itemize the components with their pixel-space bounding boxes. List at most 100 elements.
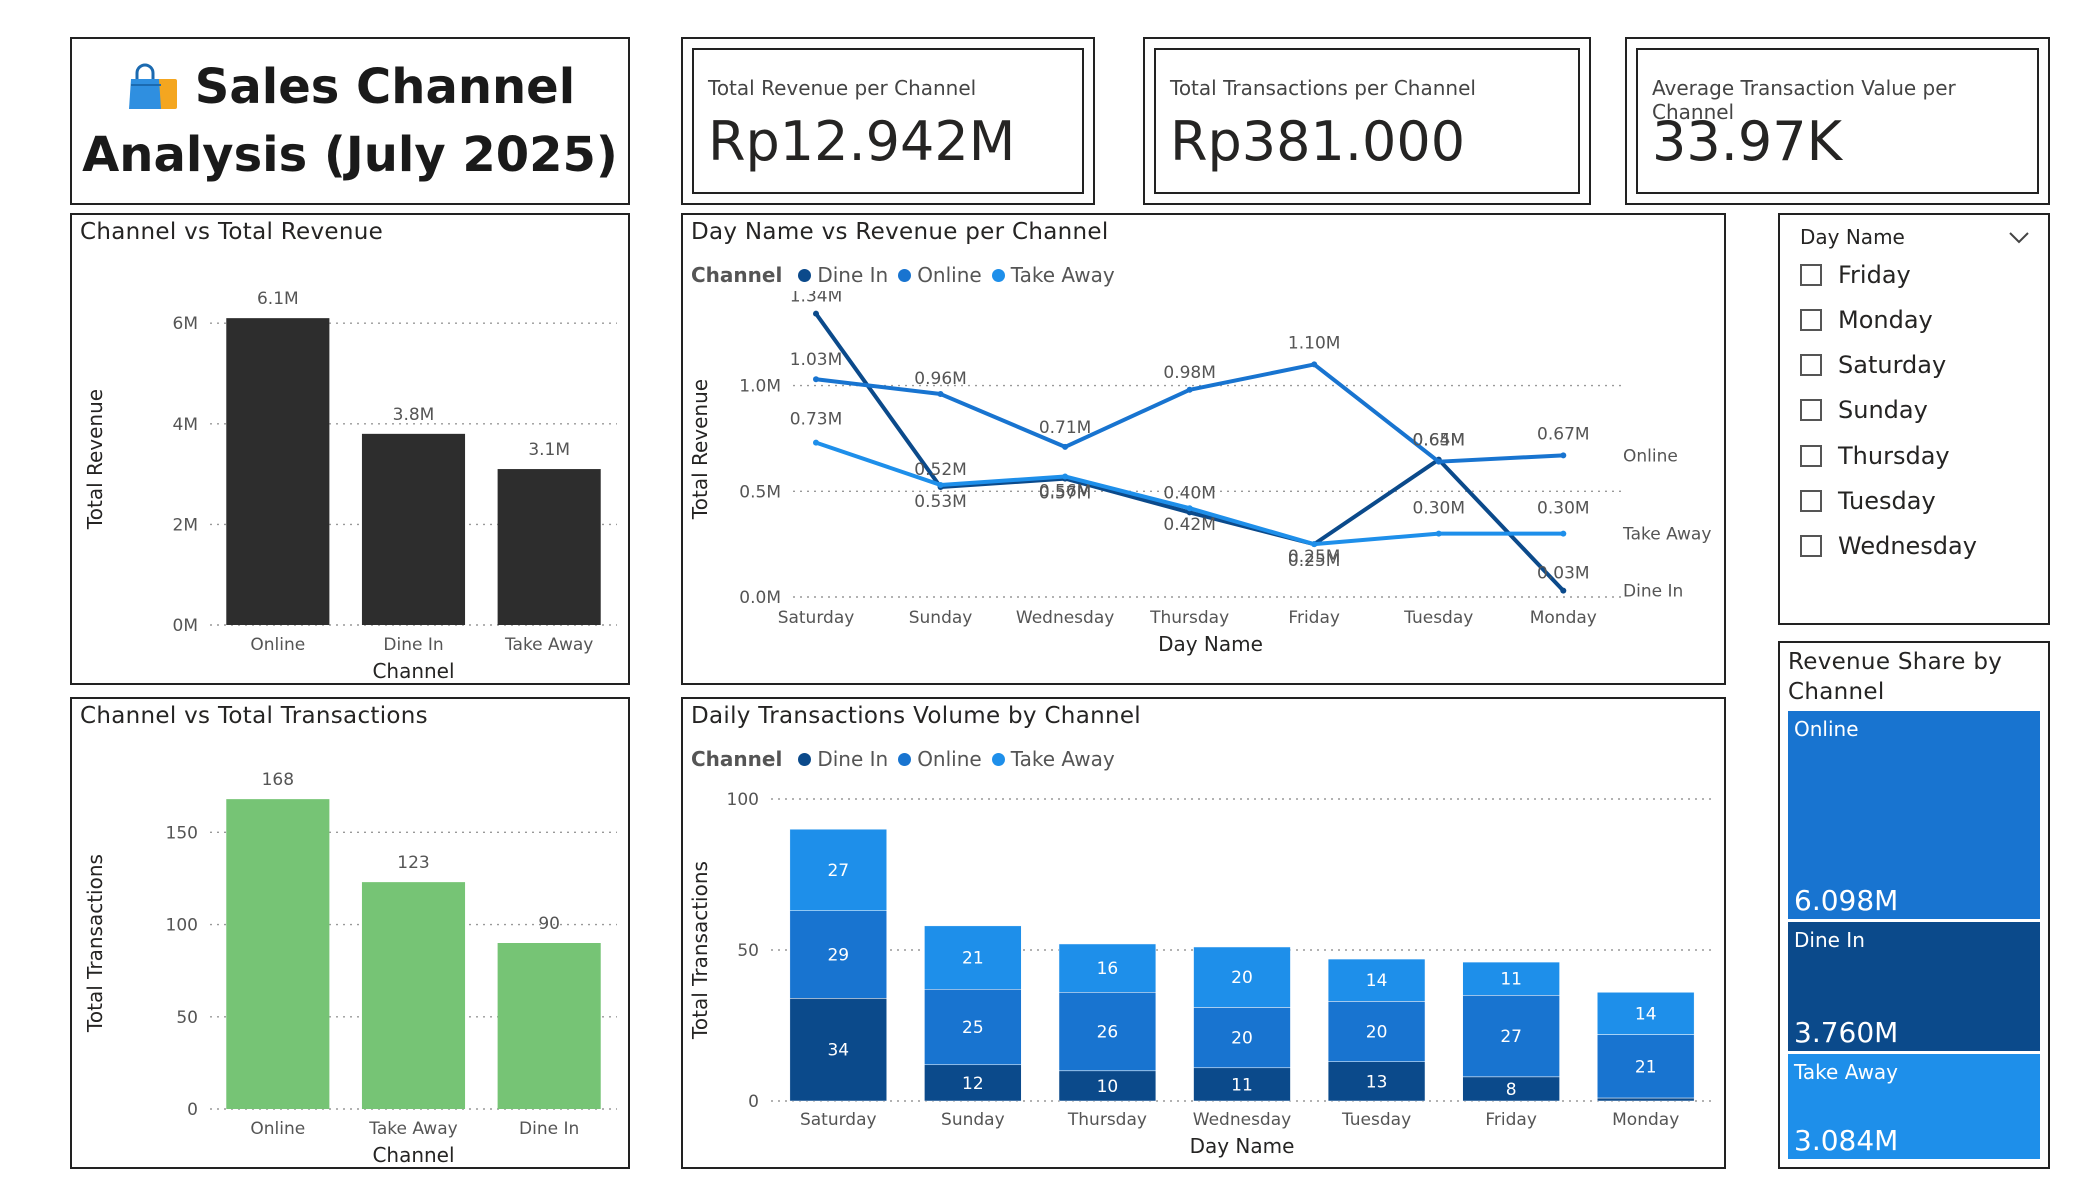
chart-title: Day Name vs Revenue per Channel bbox=[691, 219, 1109, 245]
data-label: 14 bbox=[1635, 1004, 1657, 1024]
treemap-tile-take-away[interactable]: Take Away 3.084M bbox=[1788, 1053, 2040, 1159]
data-label: 0.71M bbox=[1039, 418, 1092, 438]
data-label: 1.03M bbox=[790, 350, 843, 370]
legend-label[interactable]: Online bbox=[917, 747, 982, 771]
bar bbox=[497, 943, 601, 1109]
slicer-item-wednesday[interactable]: Wednesday bbox=[1800, 532, 1977, 560]
slicer-item-saturday[interactable]: Saturday bbox=[1800, 351, 1946, 379]
revenue-bar-chart[interactable]: 0M 2M 4M 6M 6.1M Online 3.8M Dine In 3.1M Take Aw… bbox=[72, 253, 628, 683]
revenue-line-chart[interactable]: 0.0M 0.5M 1.0M Saturday Sunday Wednesday Thurs… bbox=[683, 291, 1724, 683]
y-tick-label: 4M bbox=[173, 415, 198, 435]
legend-label[interactable]: Take Away bbox=[1011, 747, 1115, 771]
checkbox[interactable] bbox=[1800, 399, 1822, 421]
checkbox[interactable] bbox=[1800, 309, 1822, 331]
legend-dot-take-away bbox=[991, 268, 1005, 282]
slicer-item-label: Friday bbox=[1838, 261, 1911, 289]
y-axis-title: Total Revenue bbox=[688, 379, 712, 520]
x-tick-label: Online bbox=[250, 635, 305, 655]
data-label: 27 bbox=[827, 861, 849, 881]
kpi-value: Rp381.000 bbox=[1170, 110, 1466, 173]
kpi-card-average: Average Transaction Value per Channel 33… bbox=[1625, 37, 2050, 205]
title-line-2: Analysis (July 2025) bbox=[82, 127, 618, 183]
data-label: 0.64M bbox=[1412, 431, 1465, 451]
data-point bbox=[1311, 361, 1318, 368]
stack-segment bbox=[1597, 1097, 1695, 1102]
bar bbox=[361, 433, 466, 625]
x-axis-title: Day Name bbox=[1158, 632, 1263, 656]
transactions-bar-chart[interactable]: 0 50 100 150 168 Online 123 Take Away 90 Dine In C… bbox=[72, 737, 628, 1167]
y-tick-label: 0.5M bbox=[739, 482, 781, 502]
x-tick-label: Friday bbox=[1485, 1110, 1537, 1130]
checkbox[interactable] bbox=[1800, 354, 1822, 376]
stack-legend: Channel Dine In Online Take Away bbox=[691, 747, 1115, 771]
x-tick-label: Thursday bbox=[1149, 608, 1229, 628]
y-tick-label: 2M bbox=[173, 515, 198, 535]
data-label: 21 bbox=[1635, 1057, 1657, 1077]
data-label: 0.67M bbox=[1537, 424, 1590, 444]
transactions-bar-chart-panel: Channel vs Total Transactions 0 50 100 150 1… bbox=[70, 697, 630, 1169]
bar bbox=[226, 318, 330, 625]
data-label: 10 bbox=[1097, 1077, 1119, 1097]
legend-label[interactable]: Dine In bbox=[817, 263, 888, 287]
slicer-item-label: Saturday bbox=[1838, 351, 1947, 379]
x-tick-label: Tuesday bbox=[1403, 608, 1473, 628]
legend-dot-dine-in bbox=[798, 268, 812, 282]
legend-title: Channel bbox=[691, 747, 783, 771]
treemap-tile-online[interactable]: Online 6.098M bbox=[1788, 711, 2040, 920]
slicer-item-label: Tuesday bbox=[1838, 487, 1936, 515]
y-tick-label: 100 bbox=[727, 790, 759, 810]
slicer-item-tuesday[interactable]: Tuesday bbox=[1800, 487, 1936, 515]
treemap-tile-dine-in[interactable]: Dine In 3.760M bbox=[1788, 922, 2040, 1051]
legend-label[interactable]: Take Away bbox=[1011, 263, 1115, 287]
slicer-item-label: Wednesday bbox=[1838, 532, 1977, 560]
daily-transactions-chart-panel: Daily Transactions Volume by Channel Cha… bbox=[681, 697, 1726, 1169]
daily-transactions-stacked-chart[interactable]: 0 50 100 34 29 27 Saturday 12 25 21 Sunday 10 26 16 Th… bbox=[683, 775, 1724, 1167]
slicer-item-monday[interactable]: Monday bbox=[1800, 306, 1933, 334]
slicer-item-sunday[interactable]: Sunday bbox=[1800, 396, 1928, 424]
treemap-tile-label: Dine In bbox=[1794, 928, 1865, 953]
slicer-item-thursday[interactable]: Thursday bbox=[1800, 442, 1950, 470]
x-tick-label: Take Away bbox=[368, 1119, 457, 1139]
data-label: 1.34M bbox=[790, 291, 843, 307]
checkbox[interactable] bbox=[1800, 490, 1822, 512]
data-point bbox=[1186, 505, 1193, 512]
data-label: 25 bbox=[962, 1018, 984, 1038]
bar bbox=[226, 799, 330, 1109]
slicer-item-label: Sunday bbox=[1838, 396, 1928, 424]
data-label: 12 bbox=[962, 1074, 984, 1094]
data-label: 13 bbox=[1366, 1072, 1388, 1092]
data-label: 20 bbox=[1231, 968, 1253, 988]
legend-dot-dine-in bbox=[798, 752, 812, 766]
x-tick-label: Dine In bbox=[519, 1119, 579, 1139]
data-label: 3.1M bbox=[528, 440, 570, 460]
x-axis-title: Channel bbox=[372, 1143, 454, 1167]
data-point bbox=[813, 439, 819, 446]
checkbox[interactable] bbox=[1800, 535, 1822, 557]
treemap-tile-value: 6.098M bbox=[1794, 884, 1899, 918]
chart-title: Daily Transactions Volume by Channel bbox=[691, 703, 1141, 729]
slicer-item-friday[interactable]: Friday bbox=[1800, 261, 1911, 289]
data-point bbox=[1560, 587, 1567, 594]
data-label: 0.03M bbox=[1537, 564, 1590, 584]
checkbox[interactable] bbox=[1800, 264, 1822, 286]
chevron-down-icon[interactable] bbox=[2008, 231, 2030, 245]
legend-title: Channel bbox=[691, 263, 783, 287]
title-line-1: Sales Channel bbox=[194, 59, 576, 115]
revenue-share-treemap: Online 6.098M Dine In 3.760M Take Away 3.084M bbox=[1788, 711, 2040, 1159]
x-tick-label: Monday bbox=[1612, 1110, 1679, 1130]
y-tick-label: 0.0M bbox=[739, 588, 781, 608]
data-label: 14 bbox=[1366, 971, 1388, 991]
data-label: 3.8M bbox=[393, 405, 435, 425]
checkbox[interactable] bbox=[1800, 445, 1822, 467]
legend-label[interactable]: Dine In bbox=[817, 747, 888, 771]
x-axis-title: Channel bbox=[372, 659, 454, 683]
title-panel: Sales Channel Analysis (July 2025) bbox=[70, 37, 630, 205]
y-tick-label: 0M bbox=[173, 616, 198, 636]
data-label: 0.40M bbox=[1163, 483, 1216, 503]
data-label: 20 bbox=[1231, 1029, 1253, 1049]
data-point bbox=[1062, 443, 1069, 450]
treemap-tile-label: Take Away bbox=[1794, 1059, 1899, 1084]
x-tick-label: Saturday bbox=[778, 608, 855, 628]
legend-label[interactable]: Online bbox=[917, 263, 982, 287]
slicer-item-label: Thursday bbox=[1838, 442, 1950, 470]
